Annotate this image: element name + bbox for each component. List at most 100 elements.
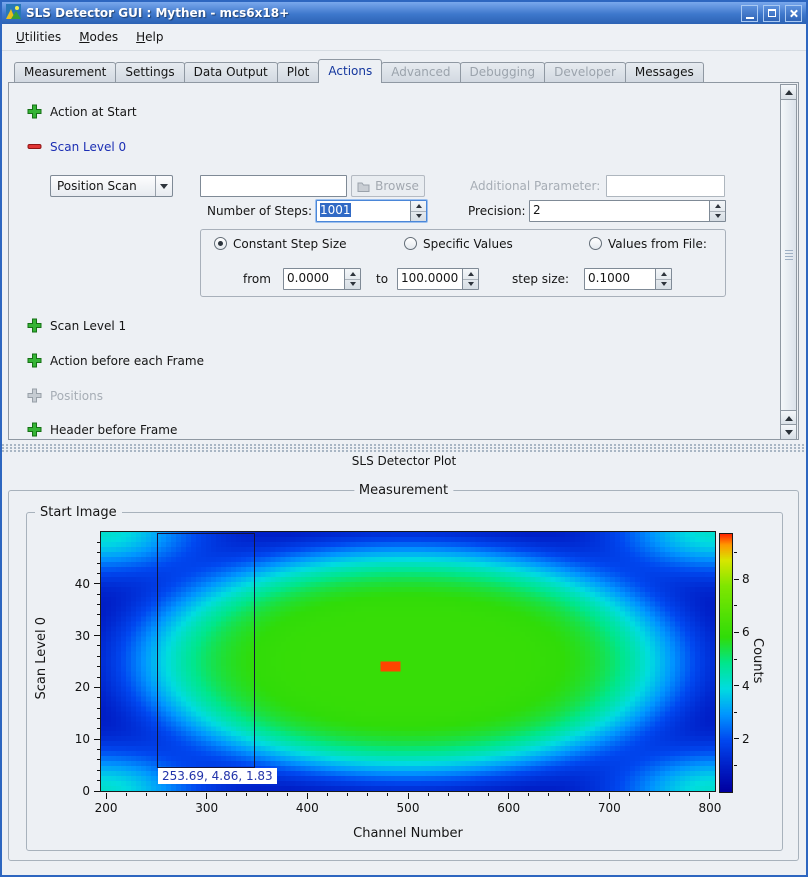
- zoom-selection-rect: [157, 533, 255, 768]
- number-of-steps-value: 1001: [317, 201, 410, 221]
- close-button[interactable]: [785, 5, 802, 22]
- folder-icon: [357, 181, 370, 192]
- spin-buttons[interactable]: [655, 269, 671, 289]
- specific-values-radio[interactable]: Specific Values: [404, 236, 513, 251]
- colorbar-title: Counts: [750, 638, 765, 683]
- scan-level-1-label: Scan Level 1: [50, 319, 126, 333]
- spin-up-icon: [656, 269, 671, 279]
- spin-up-icon: [463, 269, 478, 279]
- scan-script-input[interactable]: [200, 175, 347, 197]
- precision-label: Precision:: [468, 204, 526, 219]
- precision-value: 2: [530, 201, 709, 221]
- expand-plus-icon[interactable]: [27, 353, 42, 368]
- to-label: to: [376, 272, 388, 287]
- tab-advanced: Advanced: [381, 62, 460, 82]
- values-from-file-label: Values from File:: [608, 237, 707, 251]
- splitter-handle[interactable]: [2, 444, 806, 453]
- spin-buttons[interactable]: [344, 269, 360, 289]
- close-icon: [789, 9, 798, 18]
- precision-spinbox[interactable]: 2: [529, 200, 726, 222]
- app-icon: [6, 4, 21, 22]
- constant-step-size-radio[interactable]: Constant Step Size: [214, 236, 347, 251]
- tab-actions[interactable]: Actions: [318, 59, 382, 83]
- tab-data-output[interactable]: Data Output: [184, 62, 278, 82]
- spin-down-icon: [463, 279, 478, 290]
- browse-button: Browse: [351, 175, 425, 197]
- spin-up-icon: [411, 201, 426, 211]
- header-before-frame-label: Header before Frame: [50, 423, 177, 437]
- header-before-frame-row[interactable]: Header before Frame: [27, 421, 177, 438]
- grip-icon: [785, 250, 793, 261]
- maximize-button[interactable]: [763, 5, 780, 22]
- spin-buttons[interactable]: [709, 201, 725, 221]
- collapse-minus-icon[interactable]: [27, 139, 42, 154]
- expand-plus-icon[interactable]: [27, 318, 42, 333]
- arrow-up-icon: [785, 412, 793, 421]
- spin-down-icon: [656, 279, 671, 290]
- tab-settings[interactable]: Settings: [115, 62, 184, 82]
- scroll-up-button[interactable]: [780, 84, 797, 100]
- minimize-icon: [746, 17, 754, 19]
- to-value: 100.0000: [398, 269, 462, 289]
- action-at-start-label: Action at Start: [50, 105, 137, 119]
- spin-up-icon: [345, 269, 360, 279]
- colorbar: [719, 533, 733, 793]
- spin-down-icon: [345, 279, 360, 290]
- scroll-down-button[interactable]: [780, 424, 797, 439]
- to-spinbox[interactable]: 100.0000: [397, 268, 479, 290]
- scan-mode-value: Position Scan: [51, 179, 155, 193]
- values-from-file-radio[interactable]: Values from File:: [589, 236, 707, 251]
- menu-item-modes[interactable]: Modes: [71, 26, 126, 48]
- tab-debugging: Debugging: [460, 62, 546, 82]
- constant-step-size-label: Constant Step Size: [233, 237, 347, 251]
- step-size-label: step size:: [512, 272, 569, 287]
- from-spinbox[interactable]: 0.0000: [283, 268, 361, 290]
- app-window: SLS Detector GUI : Mythen - mcs6x18+ Uti…: [0, 0, 808, 877]
- spin-buttons[interactable]: [410, 201, 426, 221]
- scan-level-1-row[interactable]: Scan Level 1: [27, 317, 126, 334]
- additional-parameter-input: [606, 175, 725, 197]
- vertical-scrollbar[interactable]: [780, 84, 797, 439]
- maximize-icon: [768, 9, 776, 17]
- spin-buttons[interactable]: [462, 269, 478, 289]
- radio-circle-icon: [404, 237, 417, 250]
- position-tracker: 253.69, 4.86, 1.83: [158, 768, 277, 784]
- menu-bar: UtilitiesModesHelp: [2, 24, 806, 51]
- step-size-value: 0.1000: [585, 269, 655, 289]
- tab-developer: Developer: [544, 62, 626, 82]
- menu-item-help[interactable]: Help: [128, 26, 171, 48]
- scrollbar-thumb[interactable]: [780, 99, 797, 411]
- number-of-steps-spinbox[interactable]: 1001: [316, 200, 427, 222]
- positions-row: Positions: [27, 387, 103, 404]
- action-before-each-frame-label: Action before each Frame: [50, 354, 204, 368]
- expand-plus-icon[interactable]: [27, 104, 42, 119]
- tab-plot[interactable]: Plot: [277, 62, 320, 82]
- scrollbar-track[interactable]: [780, 99, 797, 411]
- y-axis-title: Scan Level 0: [34, 617, 49, 699]
- step-size-spinbox[interactable]: 0.1000: [584, 268, 672, 290]
- actions-panel: Action at Start Scan Level 0 Position Sc…: [8, 82, 799, 440]
- expand-plus-icon[interactable]: [27, 422, 42, 437]
- title-bar[interactable]: SLS Detector GUI : Mythen - mcs6x18+: [2, 2, 806, 24]
- menu-item-utilities[interactable]: Utilities: [8, 26, 69, 48]
- spin-down-icon: [411, 211, 426, 222]
- action-before-each-frame-row[interactable]: Action before each Frame: [27, 352, 204, 369]
- minimize-button[interactable]: [741, 5, 758, 22]
- tab-messages[interactable]: Messages: [625, 62, 704, 82]
- number-of-steps-label: Number of Steps:: [150, 204, 312, 219]
- measurement-group-title: Measurement: [354, 483, 453, 498]
- expand-plus-icon-disabled: [27, 388, 42, 403]
- positions-label: Positions: [50, 389, 103, 403]
- from-value: 0.0000: [284, 269, 344, 289]
- tab-measurement[interactable]: Measurement: [14, 62, 116, 82]
- spin-down-icon: [710, 211, 725, 222]
- arrow-up-icon: [785, 86, 793, 95]
- x-axis-title: Channel Number: [308, 826, 508, 841]
- browse-label: Browse: [375, 179, 419, 193]
- window-title: SLS Detector GUI : Mythen - mcs6x18+: [26, 6, 736, 20]
- scan-level-0-row[interactable]: Scan Level 0: [27, 138, 126, 155]
- scan-mode-combo[interactable]: Position Scan: [50, 175, 173, 197]
- arrow-down-icon: [785, 430, 793, 439]
- action-at-start-row[interactable]: Action at Start: [27, 103, 137, 120]
- additional-parameter-label: Additional Parameter:: [470, 179, 600, 194]
